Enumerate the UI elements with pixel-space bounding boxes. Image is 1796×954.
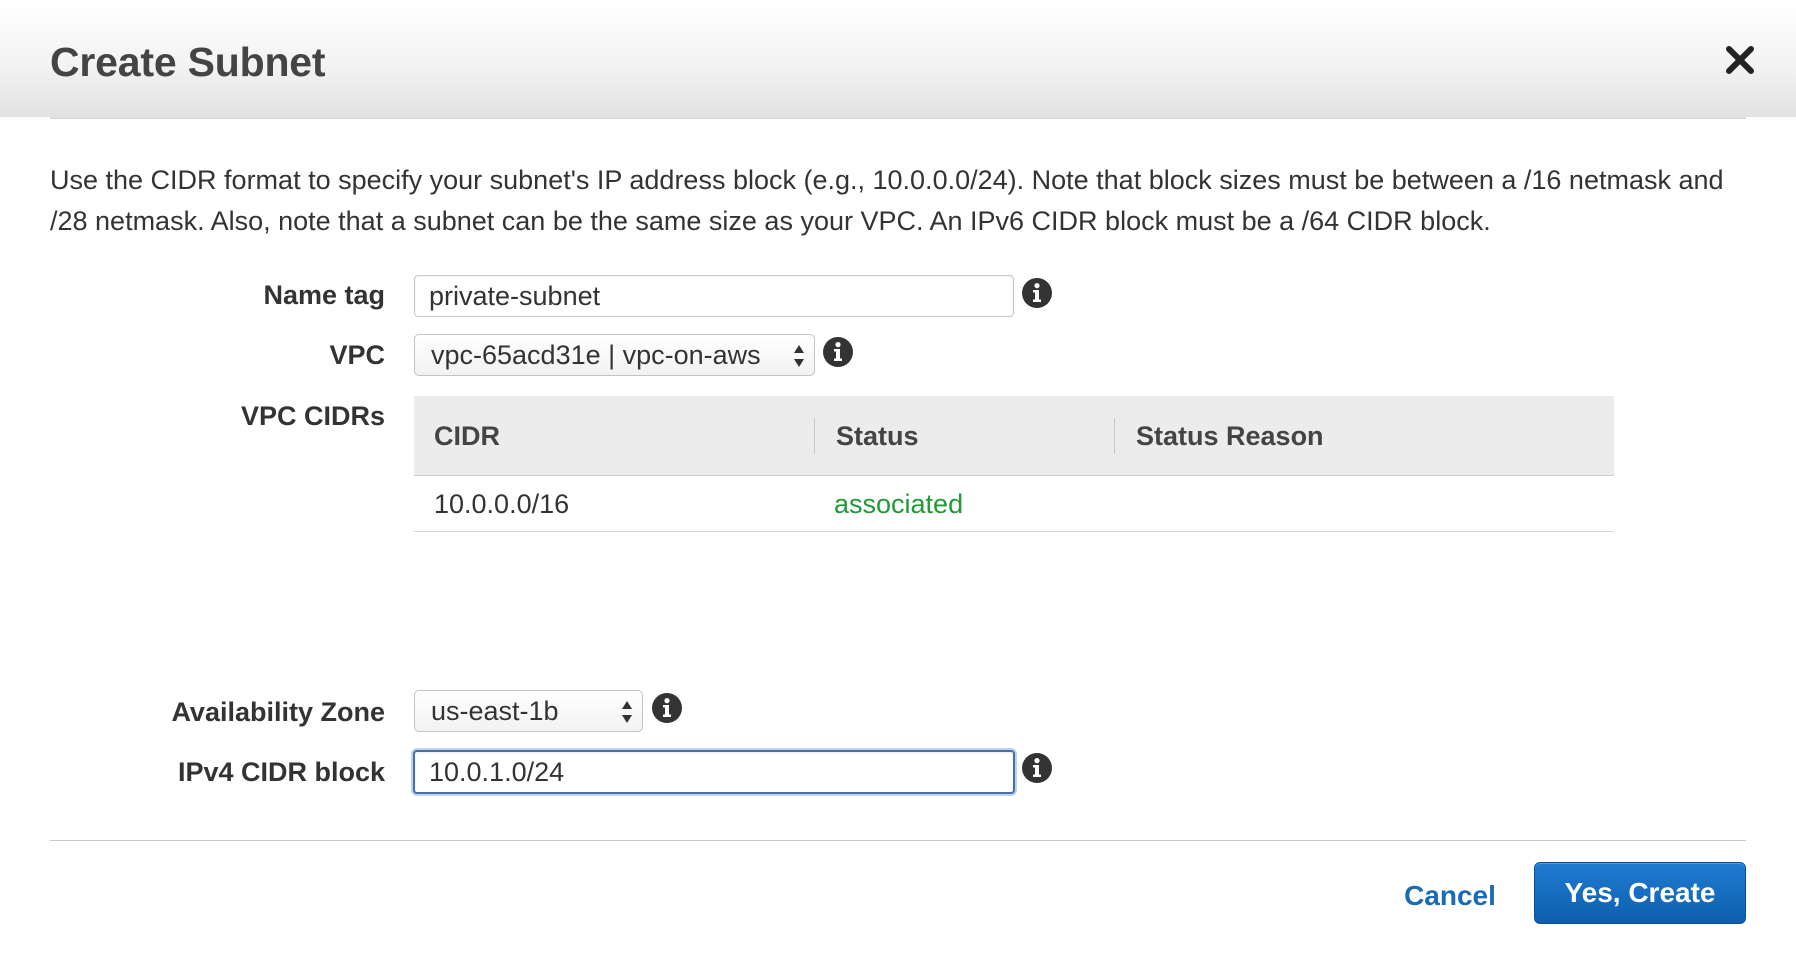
table-row: 10.0.0.0/16 associated	[414, 476, 1614, 532]
cancel-button[interactable]: Cancel	[1400, 876, 1500, 916]
availability-zone-label: Availability Zone	[171, 697, 385, 727]
close-icon	[1726, 46, 1754, 74]
vpc-label: VPC	[329, 340, 385, 370]
column-divider	[814, 418, 815, 454]
vpc-select[interactable]: vpc-65acd31e | vpc-on-aws	[414, 334, 815, 376]
name-tag-label: Name tag	[263, 280, 385, 310]
info-icon[interactable]	[651, 692, 683, 724]
status-cell: associated	[834, 489, 964, 519]
select-arrows-icon	[622, 701, 632, 723]
yes-create-button[interactable]: Yes, Create	[1534, 862, 1746, 924]
availability-zone-select[interactable]: us-east-1b	[414, 690, 643, 732]
ipv4-cidr-block-label: IPv4 CIDR block	[177, 757, 385, 787]
info-icon[interactable]	[1021, 752, 1053, 784]
create-subnet-dialog: Create Subnet Use the CIDR format to spe…	[0, 0, 1796, 954]
select-arrows-icon	[794, 345, 804, 367]
column-header-cidr: CIDR	[434, 421, 500, 451]
cidr-cell: 10.0.0.0/16	[434, 489, 570, 519]
name-tag-input[interactable]	[414, 275, 1014, 317]
vpc-select-value: vpc-65acd31e | vpc-on-aws	[431, 340, 761, 370]
column-divider	[1114, 418, 1115, 454]
dialog-title: Create Subnet	[50, 39, 326, 85]
close-button[interactable]	[1722, 42, 1758, 78]
footer-divider	[50, 840, 1746, 841]
vpc-cidrs-label: VPC CIDRs	[240, 401, 385, 431]
dialog-description: Use the CIDR format to specify your subn…	[50, 165, 1724, 236]
info-icon[interactable]	[1021, 277, 1053, 309]
ipv4-cidr-block-input[interactable]	[413, 750, 1015, 794]
info-icon[interactable]	[822, 336, 854, 368]
table-header: CIDR Status Status Reason	[414, 396, 1614, 476]
column-header-status: Status	[836, 421, 919, 451]
vpc-cidrs-table: CIDR Status Status Reason 10.0.0.0/16 as…	[414, 396, 1614, 532]
column-header-status-reason: Status Reason	[1136, 421, 1324, 451]
dialog-header: Create Subnet	[0, 0, 1796, 119]
availability-zone-value: us-east-1b	[431, 696, 559, 726]
